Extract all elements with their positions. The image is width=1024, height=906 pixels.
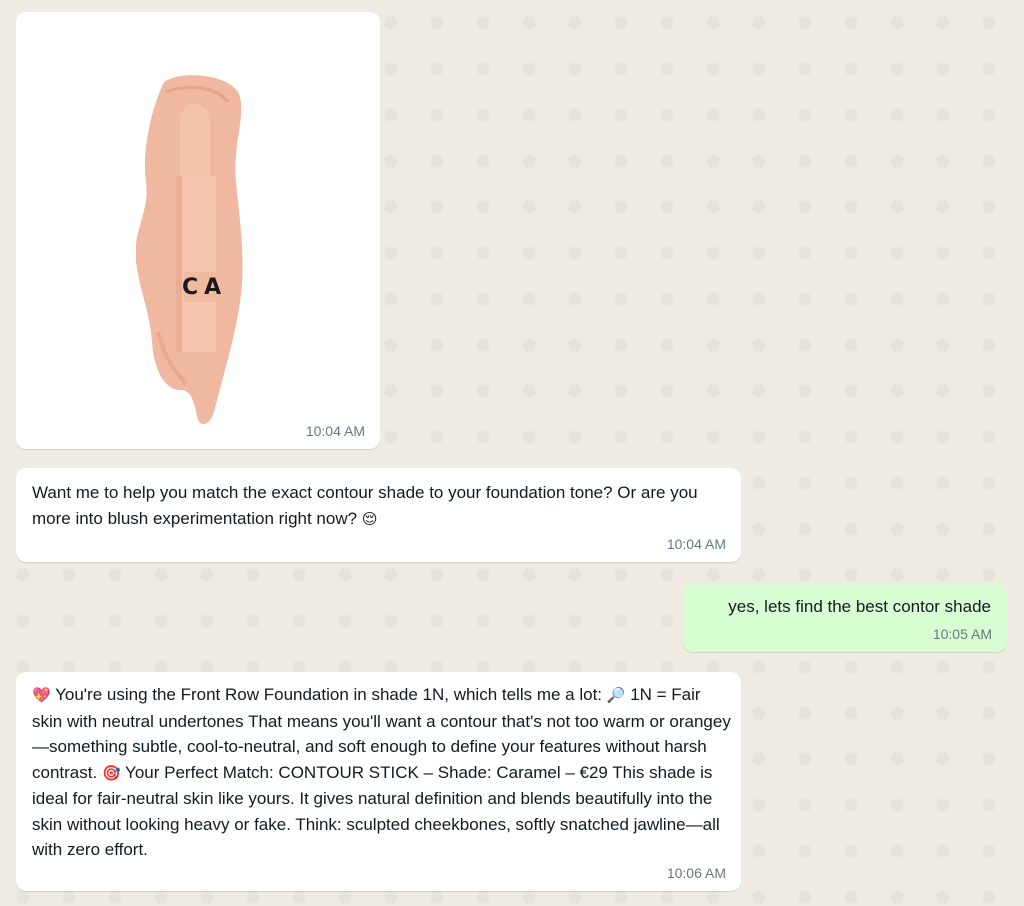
- chat-thread: CA 10:04 AM Want me to help you match th…: [0, 0, 1024, 906]
- image-message[interactable]: CA 10:04 AM: [16, 12, 380, 449]
- magnifier-emoji: 🔎: [606, 686, 626, 704]
- message-timestamp: 10:06 AM: [666, 865, 726, 881]
- message-timestamp: 10:04 AM: [305, 423, 365, 439]
- product-stick-tip: [180, 103, 210, 180]
- message-text: yes, lets find the best contor shade: [728, 597, 991, 616]
- message-text: 💖 You're using the Front Row Foundation …: [32, 682, 732, 863]
- heart-emoji: 💖: [32, 686, 51, 704]
- outgoing-message[interactable]: yes, lets find the best contor shade 10:…: [683, 584, 1007, 652]
- message-timestamp: 10:04 AM: [666, 536, 726, 552]
- message-text-part-3: Your Perfect Match: CONTOUR STICK – Shad…: [32, 762, 720, 860]
- incoming-message[interactable]: 💖 You're using the Front Row Foundation …: [16, 672, 741, 891]
- target-emoji: 🎯: [101, 763, 121, 782]
- product-brand-letters: CA: [182, 275, 227, 300]
- message-text: Want me to help you match the exact cont…: [32, 480, 722, 532]
- message-timestamp: 10:05 AM: [932, 626, 992, 642]
- relieved-face-emoji: 😌: [361, 509, 378, 528]
- incoming-message[interactable]: Want me to help you match the exact cont…: [16, 468, 741, 562]
- product-image[interactable]: CA: [136, 72, 256, 432]
- message-text-part-1: You're using the Front Row Foundation in…: [55, 685, 603, 704]
- product-stick-shadow: [176, 176, 182, 352]
